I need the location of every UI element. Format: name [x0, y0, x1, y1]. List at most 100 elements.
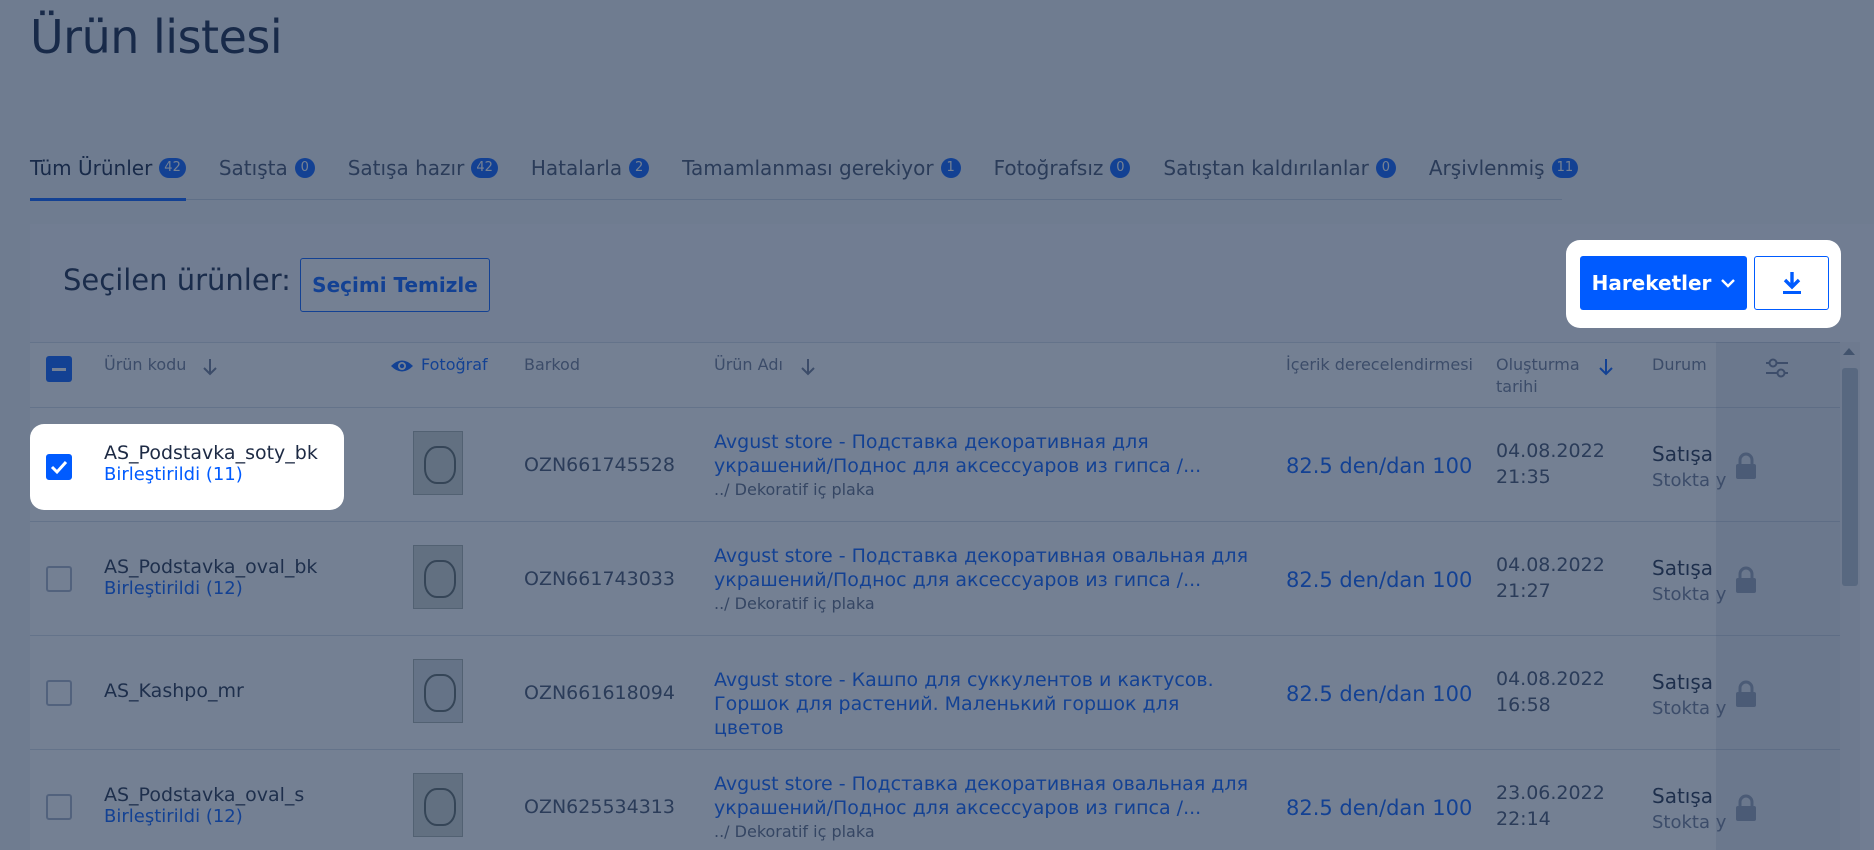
- tab-label: Tamamlanması gerekiyor: [682, 156, 934, 180]
- date-text: 04.08.2022: [1496, 554, 1605, 576]
- tab-count-badge: 0: [1375, 158, 1396, 178]
- column-header-barcode: Barkod: [524, 355, 580, 374]
- tab-count-badge: 11: [1551, 158, 1579, 178]
- tab-with-errors[interactable]: Hatalarla 2: [530, 150, 650, 200]
- tab-no-photo[interactable]: Fotoğrafsız 0: [994, 150, 1131, 200]
- product-name-link[interactable]: Avgust store - Подставка декоративная дл…: [714, 430, 1254, 478]
- selected-count-label: Seçilen ürünler: 1: [63, 263, 319, 297]
- created-date: 23.06.2022 22:14: [1496, 780, 1605, 832]
- product-code: AS_Podstavka_oval_s: [104, 784, 305, 806]
- date-text: 04.08.2022: [1496, 668, 1605, 690]
- product-name-line: Avgust store - Подставка декоративная ов…: [714, 545, 1249, 567]
- tab-on-sale[interactable]: Satışta 0: [219, 150, 315, 200]
- table-row[interactable]: AS_Podstavka_oval_bk Birleştirildi (12) …: [30, 522, 1840, 636]
- tab-label: Fotoğrafsız: [993, 156, 1104, 180]
- barcode: OZN661618094: [524, 682, 675, 704]
- column-header-created[interactable]: Oluşturma: [1496, 355, 1580, 374]
- column-header-code[interactable]: Ürün kodu: [104, 355, 186, 374]
- product-category: ../ Dekoratif iç plaka: [714, 480, 875, 499]
- tab-label: Arşivlenmiş: [1428, 156, 1545, 180]
- status-text: Satışa: [1652, 442, 1714, 466]
- tab-label: Satışa hazır: [347, 156, 465, 180]
- sort-arrow-icon[interactable]: [202, 357, 218, 377]
- tab-count-badge: 42: [471, 158, 498, 178]
- column-header-status: Durum: [1652, 355, 1707, 374]
- barcode: OZN661745528: [524, 454, 675, 476]
- download-icon: [1782, 272, 1801, 294]
- download-button[interactable]: [1754, 256, 1829, 310]
- product-name-line: Горшок для растений. Маленький горшок дл…: [714, 693, 1180, 739]
- product-name-link[interactable]: Avgust store - Подставка декоративная ов…: [714, 544, 1254, 592]
- row-checkbox[interactable]: [46, 794, 72, 820]
- scroll-up-arrow-icon[interactable]: [1843, 348, 1855, 355]
- product-name-line: Avgust store - Подставка декоративная ов…: [714, 773, 1249, 795]
- merged-link[interactable]: Birleştirildi (11): [104, 464, 243, 485]
- content-rating-link[interactable]: 82.5 den/dan 100: [1286, 454, 1472, 478]
- row-checkbox[interactable]: [46, 680, 72, 706]
- row-checkbox[interactable]: [46, 566, 72, 592]
- time-text: 21:27: [1496, 580, 1551, 602]
- checkmark-icon: [50, 460, 68, 475]
- status-text: Satışa: [1652, 556, 1714, 580]
- product-thumbnail[interactable]: [413, 773, 463, 837]
- product-code: AS_Podstavka_oval_bk: [104, 556, 318, 578]
- column-header-photo[interactable]: Fotoğraf: [421, 355, 488, 374]
- merged-link[interactable]: Birleştirildi (12): [104, 806, 243, 827]
- table-row[interactable]: AS_Kashpo_mr OZN661618094 Avgust store -…: [30, 636, 1840, 750]
- barcode: OZN661743033: [524, 568, 675, 590]
- tab-all-products[interactable]: Tüm Ürünler 42: [30, 150, 186, 201]
- tab-label: Hatalarla: [530, 156, 623, 180]
- scrollbar-thumb[interactable]: [1842, 368, 1858, 586]
- time-text: 21:35: [1496, 466, 1551, 488]
- select-all-checkbox[interactable]: [46, 356, 72, 382]
- product-thumbnail[interactable]: [413, 659, 463, 723]
- product-category: ../ Dekoratif iç plaka: [714, 594, 875, 613]
- tab-label: Satışta: [218, 156, 288, 180]
- product-category: ../ Dekoratif iç plaka: [714, 822, 875, 841]
- row-checkbox[interactable]: [46, 454, 72, 480]
- tab-count-badge: 0: [1110, 158, 1131, 178]
- product-code: AS_Podstavka_soty_bk: [104, 442, 318, 464]
- tab-removed-from-sale[interactable]: Satıştan kaldırılanlar 0: [1163, 150, 1396, 200]
- tab-count-badge: 0: [294, 158, 315, 178]
- merged-link[interactable]: Birleştirildi (12): [104, 578, 243, 599]
- tab-bar: Tüm Ürünler 42 Satışta 0 Satışa hazır 42 Ha…: [30, 150, 1579, 201]
- tab-needs-completion[interactable]: Tamamlanması gerekiyor 1: [682, 150, 961, 200]
- product-thumbnail[interactable]: [413, 545, 463, 609]
- content-rating-link[interactable]: 82.5 den/dan 100: [1286, 682, 1472, 706]
- indeterminate-mark: [52, 367, 66, 371]
- chevron-down-icon: [1721, 279, 1736, 288]
- highlighted-selected-row: AS_Podstavka_soty_bk Birleştirildi (11): [30, 424, 344, 510]
- sort-arrow-active-icon[interactable]: [1598, 357, 1614, 377]
- content-rating-link[interactable]: 82.5 den/dan 100: [1286, 796, 1472, 820]
- page-title: Ürün listesi: [30, 10, 283, 64]
- time-text: 16:58: [1496, 694, 1551, 716]
- created-date: 04.08.2022 16:58: [1496, 666, 1605, 718]
- sticky-column-shade: [1716, 342, 1840, 850]
- product-thumbnail[interactable]: [413, 431, 463, 495]
- table-row[interactable]: AS_Podstavka_oval_s Birleştirildi (12) O…: [30, 750, 1840, 850]
- tab-archived[interactable]: Arşivlenmiş 11: [1428, 150, 1579, 200]
- column-header-created-line2: tarihi: [1496, 377, 1538, 396]
- tab-label: Tüm Ürünler: [30, 156, 153, 180]
- status-text: Satışa: [1652, 670, 1714, 694]
- tab-count-badge: 2: [629, 158, 650, 178]
- product-name-line: украшений/Поднос для аксессуаров из гипс…: [714, 455, 1202, 477]
- column-header-name[interactable]: Ürün Adı: [714, 355, 783, 374]
- content-rating-link[interactable]: 82.5 den/dan 100: [1286, 568, 1472, 592]
- product-name-line: украшений/Поднос для аксессуаров из гипс…: [714, 569, 1202, 591]
- table-header: [30, 342, 1840, 408]
- eye-icon: [391, 360, 413, 372]
- created-date: 04.08.2022 21:27: [1496, 552, 1605, 604]
- actions-dropdown-button[interactable]: Hareketler: [1580, 256, 1747, 310]
- product-name-line: Avgust store - Кашпо для суккулентов и к…: [714, 669, 1214, 691]
- product-code: AS_Kashpo_mr: [104, 680, 244, 702]
- sort-arrow-icon[interactable]: [800, 357, 816, 377]
- clear-selection-button[interactable]: Seçimi Temizle: [300, 258, 490, 312]
- tab-ready-for-sale[interactable]: Satışa hazır 42: [348, 150, 498, 200]
- product-name-line: Avgust store - Подставка декоративная дл…: [714, 431, 1149, 453]
- product-name-link[interactable]: Avgust store - Кашпо для суккулентов и к…: [714, 668, 1254, 740]
- column-label: Ürün kodu: [104, 355, 187, 374]
- product-name-link[interactable]: Avgust store - Подставка декоративная ов…: [714, 772, 1254, 820]
- column-header-rating: İçerik derecelendirmesi: [1286, 355, 1473, 374]
